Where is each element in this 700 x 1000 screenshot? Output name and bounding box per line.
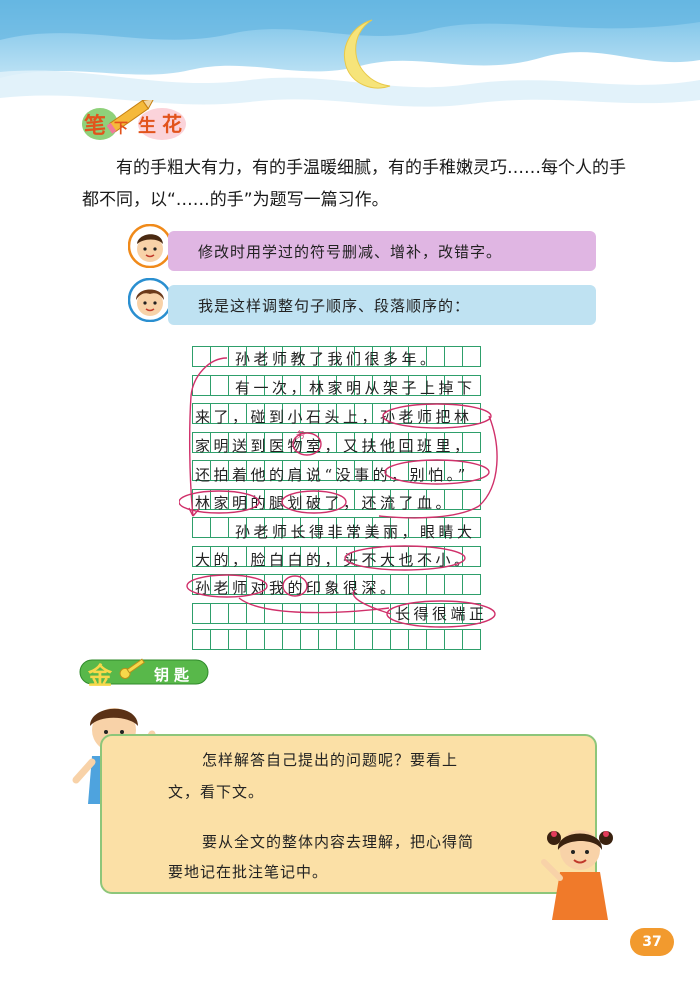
key-line: 文，看下文。 [168, 783, 265, 801]
tip-text: 我是这样调整句子顺序、段落顺序的： [198, 296, 471, 315]
badge-char: 金 [88, 662, 112, 690]
girl-avatar-icon [128, 278, 172, 322]
badge-char: 花 [162, 112, 182, 136]
tip-text: 修改时用学过的符号删减、增补，改错字。 [198, 242, 503, 261]
badge-char: 下 [114, 121, 128, 137]
sky-header [0, 0, 700, 110]
golden-key-box: 怎样解答自己提出的问题呢？要看上 文，看下文。 要从全文的整体内容去理解，把心得… [100, 734, 597, 894]
page-number: 37 [630, 928, 674, 956]
section-badge-writing: 笔 下 生 花 [80, 100, 190, 142]
boy-avatar-icon [128, 224, 172, 268]
badge-char: 匙 [174, 666, 190, 684]
draft-grid: 孙老师教了我们很多年。 有一次，林家明从架子上掉下 来了，碰到小石头上，孙老师把… [179, 346, 498, 650]
badge-char: 钥 [154, 666, 170, 684]
tip-reorder-sentences: 我是这样调整句子顺序、段落顺序的： [168, 285, 596, 325]
badge-char: 笔 [84, 114, 107, 139]
girl-illustration-icon [541, 830, 613, 920]
circle-mark [382, 403, 492, 429]
key-line: 怎样解答自己提出的问题呢？要看上 [202, 751, 459, 769]
move-arrow-mark [189, 357, 228, 517]
tip-revise-symbols: 修改时用学过的符号删减、增补，改错字。 [168, 231, 596, 271]
key-line: 要从全文的整体内容去理解，把心得简 [202, 833, 475, 851]
edit-marks [179, 357, 498, 628]
section-badge-golden-key: 金 钥 匙 [78, 654, 210, 690]
prompt-text: 有的手粗大有力，有的手温暖细腻，有的手稚嫩灵巧……每个人的手都不同，以“……的手… [82, 158, 626, 210]
badge-char: 生 [138, 116, 156, 137]
writing-prompt: 有的手粗大有力，有的手温暖细腻，有的手稚嫩灵巧……每个人的手都不同，以“……的手… [82, 152, 642, 216]
key-line: 要地记在批注笔记中。 [168, 863, 329, 881]
